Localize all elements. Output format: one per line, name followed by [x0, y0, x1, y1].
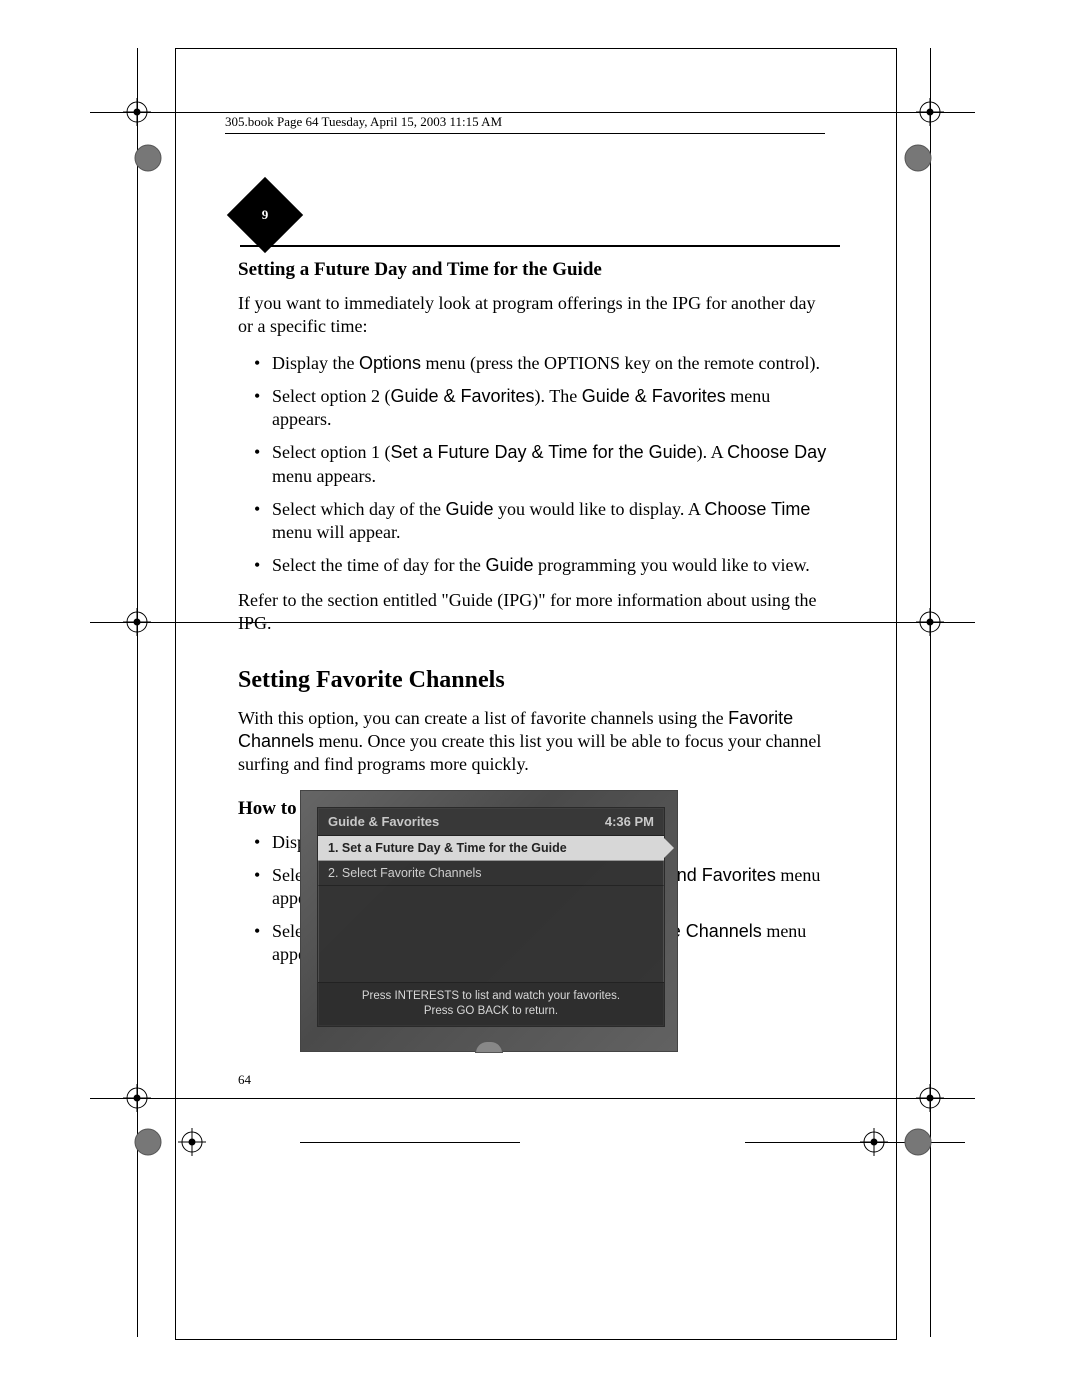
paragraph: If you want to immediately look at progr…: [238, 292, 828, 338]
paragraph: Refer to the section entitled "Guide (IP…: [238, 589, 828, 635]
register-icon: [916, 1084, 944, 1112]
chapter-diamond: 9: [227, 177, 303, 253]
header-line: 305.book Page 64 Tuesday, April 15, 2003…: [225, 114, 825, 134]
crop-rule-top: [90, 112, 975, 113]
menu-item-selected[interactable]: 1. Set a Future Day & Time for the Guide: [318, 836, 664, 861]
chapter-rule: [240, 245, 840, 247]
menu-hint: Press INTERESTS to list and watch your f…: [318, 982, 664, 1026]
menu-item[interactable]: 2. Select Favorite Channels: [318, 861, 664, 886]
menu-clock: 4:36 PM: [605, 814, 654, 829]
chapter-number: 9: [238, 188, 292, 242]
register-icon: [916, 98, 944, 126]
crop-rule-footer-left: [300, 1142, 520, 1143]
register-icon: [178, 1128, 206, 1156]
register-icon: [916, 608, 944, 636]
page-number: 64: [238, 1072, 251, 1088]
list-item: Select option 2 (Guide & Favorites). The…: [272, 385, 828, 431]
register-icon: [123, 608, 151, 636]
dot-mark-icon: [133, 1127, 163, 1157]
page: 305.book Page 64 Tuesday, April 15, 2003…: [0, 0, 1080, 1397]
dot-mark-icon: [903, 1127, 933, 1157]
list-item: Select the time of day for the Guide pro…: [272, 554, 828, 577]
paragraph: With this option, you can create a list …: [238, 707, 828, 776]
dot-mark-icon: [133, 143, 163, 173]
crop-rule-bottom: [90, 1098, 975, 1099]
dot-mark-icon: [903, 143, 933, 173]
section-heading: Setting a Future Day and Time for the Gu…: [238, 258, 828, 282]
menu-titlebar: Guide & Favorites 4:36 PM: [318, 808, 664, 836]
menu-title-text: Guide & Favorites: [328, 814, 439, 829]
list-item: Select option 1 (Set a Future Day & Time…: [272, 441, 828, 487]
register-icon: [123, 1084, 151, 1112]
menu-window: Guide & Favorites 4:36 PM 1. Set a Futur…: [317, 807, 665, 1027]
list-item: Select which day of the Guide you would …: [272, 498, 828, 544]
section-title: Setting Favorite Channels: [238, 665, 828, 696]
register-icon: [123, 98, 151, 126]
bullet-list: Display the Options menu (press the OPTI…: [238, 352, 828, 576]
knob-icon: [475, 1041, 503, 1053]
list-item: Display the Options menu (press the OPTI…: [272, 352, 828, 375]
embedded-screenshot: Guide & Favorites 4:36 PM 1. Set a Futur…: [300, 790, 678, 1052]
register-icon: [860, 1128, 888, 1156]
